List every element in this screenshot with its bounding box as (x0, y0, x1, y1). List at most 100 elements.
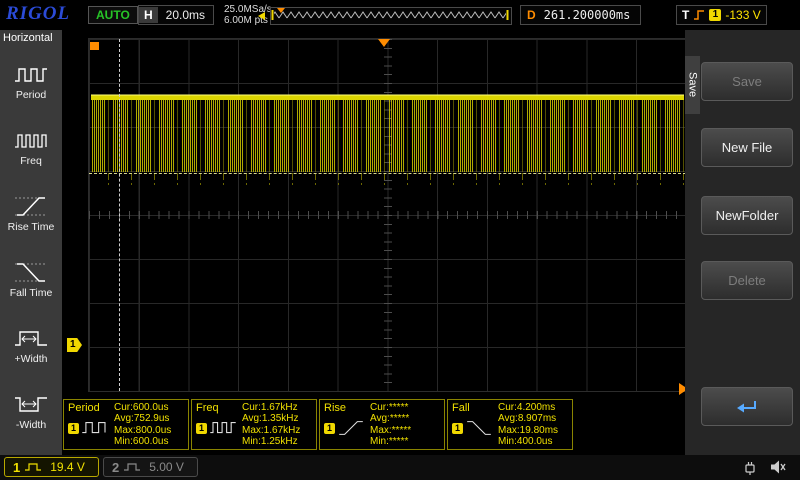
graticule (88, 38, 687, 392)
stat-min: Min:400.0us (498, 436, 570, 448)
channel1-scale: 19.4 V (50, 460, 85, 474)
rise-time-icon (14, 193, 48, 219)
sidebar-item-neg-width[interactable]: -Width (0, 378, 62, 444)
trigger-readout: T 1 -133 V (676, 5, 767, 25)
stat-cur: Cur:***** (370, 402, 442, 414)
stat-cur: Cur:600.0us (114, 402, 186, 414)
period-icon (14, 61, 48, 87)
neg-width-icon (14, 391, 48, 417)
return-button[interactable] (701, 387, 793, 426)
sidebar-item-pos-width[interactable]: +Width (0, 312, 62, 378)
trigger-label: T (682, 8, 689, 22)
channel-badge: 1 (324, 423, 335, 434)
top-status-bar: RIGOL AUTO H 20.0ms 25.0MSa/s 6.00M pts (0, 0, 800, 30)
stat-avg: Avg:1.35kHz (242, 413, 314, 425)
measure-threshold-line (89, 173, 686, 174)
measurement-name: Freq (196, 402, 242, 414)
sidebar-item-label: Fall Time (10, 287, 53, 299)
trigger-slope-icon (693, 9, 705, 21)
measurement-panel-period: Period 1 Cur:600.0us Avg:752.9us Max:800… (63, 399, 189, 450)
stat-avg: Avg:***** (370, 413, 442, 425)
channel1-tab[interactable]: 1 19.4 V (4, 457, 99, 477)
new-file-button[interactable]: New File (701, 128, 793, 167)
speaker-icon (770, 459, 786, 475)
sidebar-item-fall-time[interactable]: Fall Time (0, 246, 62, 312)
channel2-scale: 5.00 V (149, 460, 184, 474)
stat-max: Max:***** (370, 425, 442, 437)
rigol-logo: RIGOL (6, 3, 70, 25)
channel-badge: 1 (452, 423, 463, 434)
sidebar-title: Horizontal (0, 30, 62, 48)
memory-pointer-icon (258, 12, 265, 20)
delay-value: 261.200000ms (542, 8, 641, 22)
horizontal-label: H (139, 7, 158, 23)
measurement-panel-freq: Freq 1 Cur:1.67kHz Avg:1.35kHz Max:1.67k… (191, 399, 317, 450)
soft-menu: Save Save New File NewFolder Delete (685, 30, 800, 455)
new-folder-button[interactable]: NewFolder (701, 196, 793, 235)
stat-min: Min:1.25kHz (242, 436, 314, 448)
trigger-position-marker[interactable] (378, 39, 390, 47)
channel-status-bar: 1 19.4 V 2 5.00 V (0, 455, 800, 480)
stat-max: Max:19.80ms (498, 425, 570, 437)
menu-tab-save: Save (685, 56, 700, 114)
horizontal-timebase-readout: H 20.0ms (138, 5, 214, 25)
channel2-badge: 2 (112, 460, 119, 475)
fall-icon (465, 418, 493, 438)
time-reference-cursor (119, 39, 120, 391)
sidebar-item-label: Rise Time (8, 221, 55, 233)
fall-time-icon (14, 259, 48, 285)
measurement-name: Rise (324, 402, 370, 414)
measurement-panel-rise: Rise 1 Cur:***** Avg:***** Max:***** Min… (319, 399, 445, 450)
freq-icon (209, 418, 237, 438)
memory-start-marker (90, 42, 99, 50)
freq-icon (14, 127, 48, 153)
channel1-level-marker[interactable]: 1 (67, 338, 82, 352)
sidebar-item-label: +Width (15, 353, 48, 365)
delay-label: D (521, 8, 542, 22)
status-icons (742, 459, 786, 475)
stat-max: Max:1.67kHz (242, 425, 314, 437)
memory-position-bar (270, 7, 512, 25)
sidebar-item-freq[interactable]: Freq (0, 114, 62, 180)
sidebar-item-rise-time[interactable]: Rise Time (0, 180, 62, 246)
trigger-source-badge: 1 (709, 9, 721, 21)
channel1-badge: 1 (13, 460, 20, 475)
usb-icon (742, 459, 758, 475)
channel1-waveform (89, 39, 686, 391)
stat-avg: Avg:8.907ms (498, 413, 570, 425)
sidebar-item-period[interactable]: Period (0, 48, 62, 114)
rise-icon (337, 418, 365, 438)
save-button[interactable]: Save (701, 62, 793, 101)
channel1-coupling-icon (24, 462, 42, 472)
delete-button[interactable]: Delete (701, 261, 793, 300)
measurement-results-row: Period 1 Cur:600.0us Avg:752.9us Max:800… (63, 399, 685, 452)
trigger-position-in-memory-icon (277, 8, 285, 13)
sidebar-item-label: -Width (16, 419, 46, 431)
channel2-tab[interactable]: 2 5.00 V (103, 457, 198, 477)
return-arrow-icon (735, 399, 759, 415)
channel-badge: 1 (68, 423, 79, 434)
measurement-name: Period (68, 402, 114, 414)
stat-cur: Cur:4.200ms (498, 402, 570, 414)
memory-waveform-icon (271, 8, 509, 22)
stat-min: Min:***** (370, 436, 442, 448)
measurement-name: Fall (452, 402, 498, 414)
stat-max: Max:800.0us (114, 425, 186, 437)
timebase-value: 20.0ms (158, 8, 213, 22)
sidebar-item-label: Period (16, 89, 46, 101)
delay-readout: D 261.200000ms (520, 5, 641, 25)
pos-width-icon (14, 325, 48, 351)
oscilloscope-screen: RIGOL AUTO H 20.0ms 25.0MSa/s 6.00M pts (0, 0, 800, 480)
stat-avg: Avg:752.9us (114, 413, 186, 425)
measure-sidebar: Horizontal Period Freq Rise Time (0, 30, 62, 455)
trigger-level-value: -133 V (725, 8, 760, 22)
measurement-panel-fall: Fall 1 Cur:4.200ms Avg:8.907ms Max:19.80… (447, 399, 573, 450)
channel-badge: 1 (196, 423, 207, 434)
waveform-display-area: 1 (62, 30, 685, 398)
sidebar-item-label: Freq (20, 155, 42, 167)
stat-cur: Cur:1.67kHz (242, 402, 314, 414)
period-icon (81, 418, 109, 438)
stat-min: Min:600.0us (114, 436, 186, 448)
trigger-status-badge: AUTO (88, 6, 138, 24)
channel2-coupling-icon (123, 462, 141, 472)
